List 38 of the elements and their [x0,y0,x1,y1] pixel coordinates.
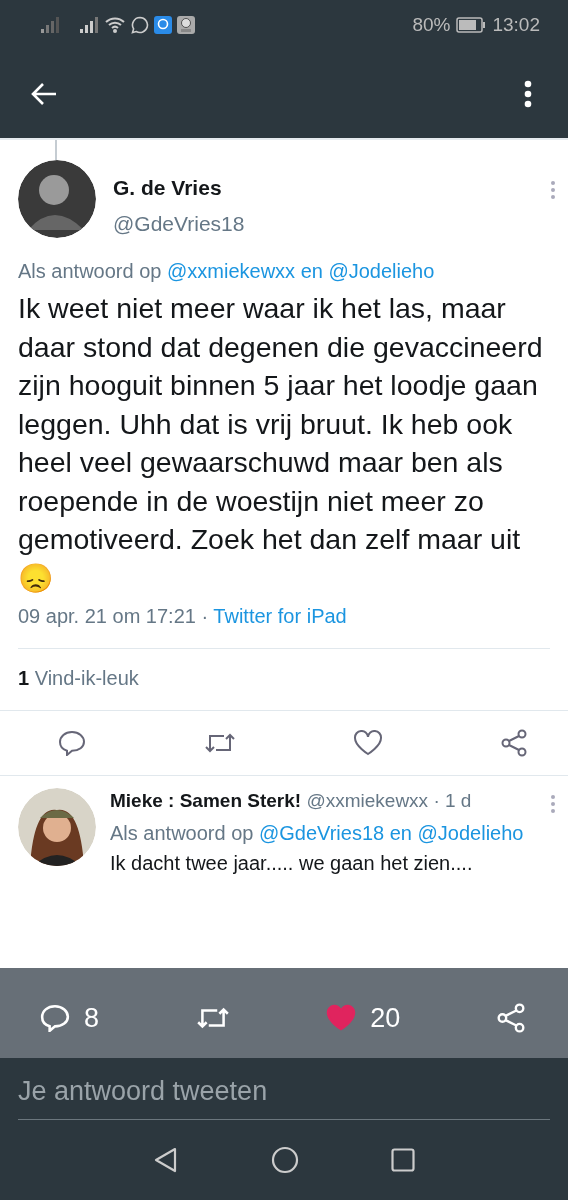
reply-author-handle[interactable]: @xxmiekewxx · 1 d [306,790,472,811]
reply-input-field[interactable]: Je antwoord tweeten [18,1076,550,1120]
share-icon[interactable] [496,1003,526,1033]
heart-icon[interactable] [353,730,384,756]
avatar-icon[interactable] [18,160,96,238]
chat-bubble-icon [131,16,149,34]
like-count: 20 [370,1002,401,1034]
reply-context: Als antwoord op [18,260,162,282]
app-icon [177,16,195,34]
battery-icon [456,17,487,33]
more-menu-icon[interactable] [524,80,532,108]
reply-mention-link[interactable]: @xxmiekewxx en @Jodelieho [167,260,435,282]
reply-icon[interactable] [58,730,86,756]
recents-icon[interactable] [391,1148,415,1172]
tweet-source-link[interactable]: Twitter for iPad [213,605,347,627]
reply-context: Als antwoord op [110,822,254,844]
back-arrow-icon[interactable] [30,82,58,106]
retweet-icon[interactable] [202,731,237,755]
reply-mention-link[interactable]: @GdeVries18 en @Jodelieho [259,822,524,844]
tweet-timestamp: 09 apr. 21 om 17:21 · [18,605,209,627]
author-handle[interactable]: @GdeVries18 [113,212,533,236]
signal-icon [79,16,99,34]
wifi-icon [104,16,126,34]
reply-author-name[interactable]: Mieke : Samen Sterk! [110,790,302,811]
clock: 13:02 [492,14,540,36]
reply-text: Ik dacht twee jaar..... we gaan het zien.... [110,852,474,875]
share-icon[interactable] [499,729,528,757]
author-name[interactable]: G. de Vries [113,176,533,200]
back-icon[interactable] [153,1146,179,1174]
reply-count: 8 [84,1002,100,1034]
tweet-text: Ik weet niet meer waar ik het las, maar daar stond dat degenen die gevaccineerd zijn hooguit binnen 5 jaar het loodje gaan leggen. Uhh dat is vrij bruut. Ik heb ook heel veel gewaarschuwd maar ben als roepende in de woestijn niet meer zo gemotiveerd. Zoek het dan zelf maar uit 😞 [18,291,544,596]
likes-label[interactable]: Vind-ik-leuk [34,667,139,689]
battery-percent: 80% [412,14,451,36]
like-count[interactable]: 1 [18,667,30,689]
home-icon[interactable] [271,1146,299,1174]
app-icon [154,16,172,34]
avatar-icon[interactable] [18,788,96,866]
signal-icon [40,16,60,34]
